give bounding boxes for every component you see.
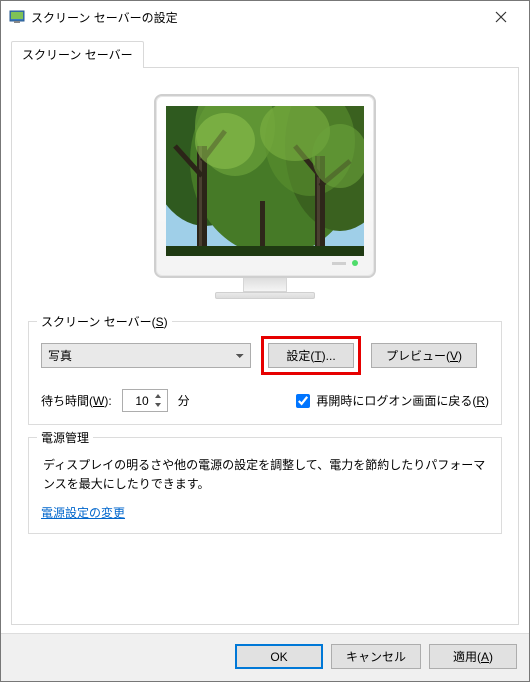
wait-label: 待ち時間(W): (41, 392, 112, 409)
tab-page: スクリーン セーバー(S) 写真 設定(T)... プレビュー(V) 待ち時間(… (11, 67, 519, 625)
close-button[interactable] (481, 3, 521, 31)
resume-checkbox[interactable] (296, 394, 310, 408)
cancel-button[interactable]: キャンセル (331, 644, 421, 669)
monitor-preview (154, 94, 376, 299)
screensaver-preview-image (166, 106, 364, 256)
apply-button[interactable]: 適用(A) (429, 644, 517, 669)
dialog-window: スクリーン セーバーの設定 スクリーン セーバー (0, 0, 530, 682)
tab-screensaver[interactable]: スクリーン セーバー (11, 41, 144, 68)
preview-area (28, 86, 502, 321)
settings-button-highlight: 設定(T)... (261, 336, 361, 375)
screensaver-group-legend: スクリーン セーバー(S) (37, 313, 172, 330)
wait-spinner[interactable] (122, 389, 168, 412)
wait-unit: 分 (178, 392, 190, 409)
power-description: ディスプレイの明るさや他の電源の設定を調整して、電力を節約したりパフォーマンスを… (43, 456, 487, 494)
spin-up[interactable] (151, 392, 165, 401)
window-title: スクリーン セーバーの設定 (31, 9, 481, 26)
client-area: スクリーン セーバー (1, 33, 529, 633)
power-settings-link[interactable]: 電源設定の変更 (41, 504, 125, 521)
power-group: 電源管理 ディスプレイの明るさや他の電源の設定を調整して、電力を節約したりパフォ… (28, 437, 502, 534)
app-icon (9, 9, 25, 25)
led-icon (352, 260, 358, 266)
spin-down[interactable] (151, 401, 165, 410)
power-group-legend: 電源管理 (37, 429, 93, 446)
settings-button[interactable]: 設定(T)... (268, 343, 354, 368)
screensaver-select[interactable]: 写真 (41, 343, 251, 368)
tab-strip: スクリーン セーバー (11, 41, 519, 68)
tab-host: スクリーン セーバー (11, 41, 519, 623)
ok-button[interactable]: OK (235, 644, 323, 669)
wait-input[interactable] (127, 394, 149, 408)
preview-button[interactable]: プレビュー(V) (371, 343, 477, 368)
titlebar: スクリーン セーバーの設定 (1, 1, 529, 33)
close-icon (495, 11, 507, 23)
resume-checkbox-label[interactable]: 再開時にログオン画面に戻る(R) (296, 392, 489, 409)
screensaver-group: スクリーン セーバー(S) 写真 設定(T)... プレビュー(V) 待ち時間(… (28, 321, 502, 425)
dialog-button-row: OK キャンセル 適用(A) (1, 633, 529, 681)
